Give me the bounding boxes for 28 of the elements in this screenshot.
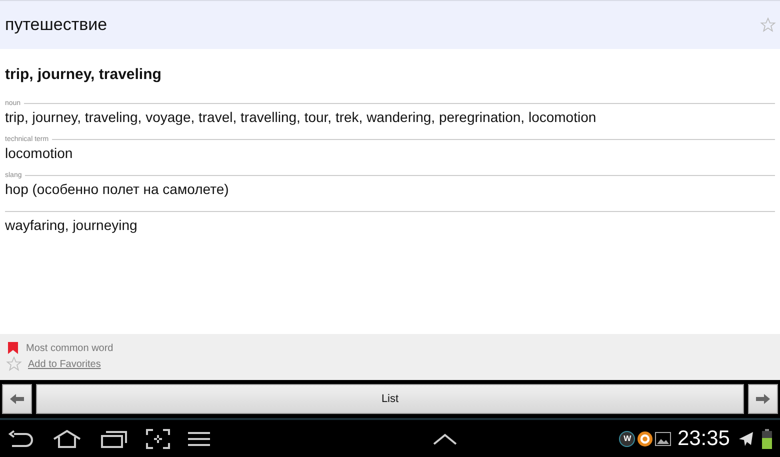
star-icon[interactable] (760, 17, 776, 33)
image-icon (655, 432, 672, 446)
add-to-favorites-link[interactable]: Add to Favorites (28, 358, 101, 370)
next-button[interactable] (748, 384, 778, 414)
headword: путешествие (5, 15, 108, 35)
battery-icon (762, 428, 772, 448)
back-icon[interactable] (8, 430, 34, 448)
ring-icon (637, 430, 654, 446)
common-word-note: Most common word (26, 342, 114, 354)
translation-headline: trip, journey, traveling (5, 66, 162, 83)
home-icon[interactable] (52, 430, 82, 448)
arrow-left-icon (10, 394, 24, 404)
recent-apps-icon[interactable] (100, 430, 128, 448)
star-icon[interactable] (6, 356, 22, 372)
screenshot-icon[interactable] (146, 428, 170, 448)
previous-button[interactable] (2, 384, 32, 414)
chevron-up-icon[interactable] (432, 432, 457, 444)
clock: 23:35 (677, 426, 730, 450)
translation-text: wayfaring, journeying (5, 217, 138, 233)
menu-icon[interactable] (188, 430, 210, 446)
translation-text: trip, journey, traveling, voyage, travel, travelling, tour, trek, wandering, peregrination, locomotion (5, 109, 598, 125)
notification-badge: W (619, 430, 636, 446)
translation-text: locomotion (5, 145, 74, 161)
airplane-icon (738, 430, 754, 446)
bookmark-icon (8, 342, 18, 354)
list-button[interactable]: List (36, 384, 744, 414)
arrow-right-icon (756, 394, 770, 404)
translation-text: hop (особенно полет на самолете) (5, 181, 230, 197)
